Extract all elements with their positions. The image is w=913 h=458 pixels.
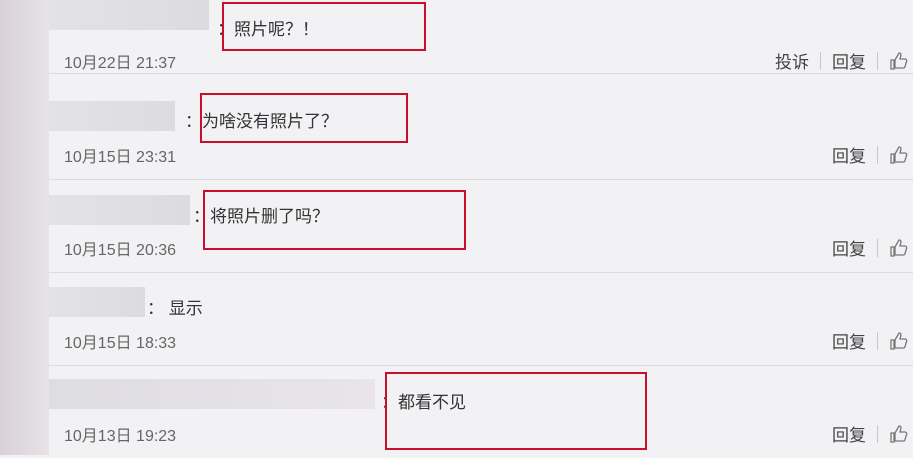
comment-item: ：为啥没有照片了？ 10月15日 23:31 回复 xyxy=(49,87,913,180)
comment-time: 10月22日 21:37 xyxy=(64,55,177,72)
blurred-username xyxy=(49,379,375,409)
divider xyxy=(877,238,878,257)
thumbs-up-icon[interactable] xyxy=(889,331,909,351)
comment-item: ：将照片删了吗？ 10月15日 20:36 回复 xyxy=(49,180,913,273)
comment-actions: 回复 xyxy=(832,328,909,353)
comment-item: ： 显示 10月15日 18:33 回复 xyxy=(49,273,913,366)
blurred-username xyxy=(49,195,190,225)
comment-actions: 回复 xyxy=(832,421,909,446)
highlight-box xyxy=(200,93,408,143)
highlight-box xyxy=(385,372,647,450)
left-blurred-panel xyxy=(0,0,49,455)
comment-time: 10月13日 19:23 xyxy=(64,428,177,445)
thumbs-up-icon[interactable] xyxy=(889,51,909,71)
thumbs-up-icon[interactable] xyxy=(889,145,909,165)
highlight-box xyxy=(203,190,466,250)
comment-actions: 回复 xyxy=(832,235,909,260)
comment-time: 10月15日 18:33 xyxy=(64,335,177,352)
divider xyxy=(820,51,821,70)
reply-button[interactable]: 回复 xyxy=(832,142,866,167)
divider xyxy=(877,51,878,70)
blurred-username xyxy=(49,0,209,30)
report-button[interactable]: 投诉 xyxy=(775,48,809,73)
comment-time: 10月15日 23:31 xyxy=(64,149,177,166)
divider xyxy=(877,145,878,164)
comment-item: ：照片呢？！ 10月22日 21:37 投诉 回复 xyxy=(49,0,913,74)
reply-button[interactable]: 回复 xyxy=(832,421,866,446)
comment-actions: 回复 xyxy=(832,142,909,167)
comment-text: ： 显示 xyxy=(147,299,203,318)
thumbs-up-icon[interactable] xyxy=(889,424,909,444)
comment-actions: 投诉 回复 xyxy=(775,48,909,73)
divider xyxy=(877,424,878,443)
blurred-username xyxy=(49,101,175,131)
divider xyxy=(877,331,878,350)
highlight-box xyxy=(222,2,426,51)
comment-time: 10月15日 20:36 xyxy=(64,242,177,259)
thumbs-up-icon[interactable] xyxy=(889,238,909,258)
reply-button[interactable]: 回复 xyxy=(832,328,866,353)
reply-button[interactable]: 回复 xyxy=(832,235,866,260)
blurred-username xyxy=(49,287,145,317)
reply-button[interactable]: 回复 xyxy=(832,48,866,73)
